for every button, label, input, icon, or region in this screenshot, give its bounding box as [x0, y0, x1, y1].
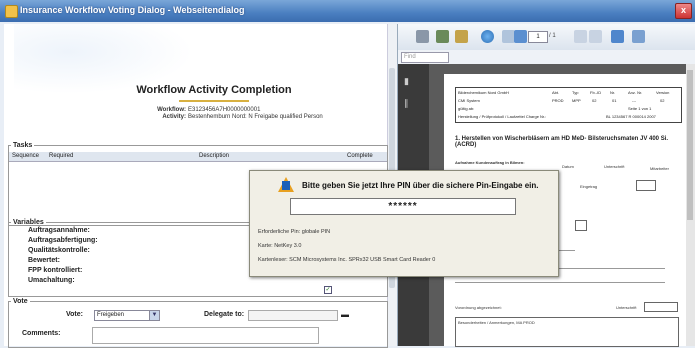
- vote-label: Vote:: [66, 311, 83, 318]
- umschaltung-checkbox[interactable]: ✓: [324, 286, 332, 294]
- delegate-input[interactable]: [248, 310, 338, 321]
- doc-cell: 01: [612, 98, 617, 103]
- page-total: / 1: [549, 33, 556, 39]
- doc-cell: 02: [660, 98, 665, 103]
- variable-row: FPP kontrolliert:: [28, 267, 83, 274]
- doc-cell: Abt.: [552, 90, 560, 95]
- doc-line: Eingetrag: [580, 184, 598, 189]
- doc-cell: 02: [592, 98, 597, 103]
- vote-legend: Vote: [13, 298, 28, 305]
- doc-cell: Herstellung / Prüfprotokoll / Laufzettel…: [458, 114, 547, 119]
- doc-box: [644, 302, 678, 312]
- pin-info-reader: Kartenleser: SCM Microsystems Inc. SPRx3…: [258, 257, 436, 263]
- pin-field[interactable]: ******: [290, 198, 516, 215]
- doc-footer-line: Unterschrift: [616, 305, 637, 310]
- pin-info-card: Karte: NetKey 3.0: [258, 243, 302, 249]
- document-header-table: Bilderchemikum Nord GmbH Abt. Typ Fb.-ID…: [455, 87, 682, 123]
- document-scrollbar[interactable]: [686, 64, 695, 346]
- pin-dialog: Bitte geben Sie jetzt Ihre PIN über die …: [249, 170, 559, 277]
- tasks-legend: Tasks: [13, 142, 33, 149]
- variable-row: Auftragsabfertigung:: [28, 237, 98, 244]
- document-section-title: 1. Herstellen von Wischerbläsern am HD M…: [455, 136, 669, 148]
- document-scrollbar-thumb[interactable]: [687, 70, 693, 220]
- doc-cell: Fb.-ID: [590, 90, 602, 95]
- print-icon[interactable]: [416, 30, 429, 43]
- comment-label: Comments:: [22, 330, 61, 337]
- chevron-down-icon[interactable]: ▼: [149, 311, 159, 320]
- doc-line: Datum: [562, 164, 574, 169]
- doc-cell: Seite 1 von 1: [628, 106, 652, 111]
- window-titlebar: Insurance Workflow Voting Dialog - Webse…: [0, 0, 695, 22]
- page-number-input[interactable]: 1: [528, 31, 548, 43]
- doc-cell: Anz. Nr.: [628, 90, 643, 95]
- address-book-icon[interactable]: ▬: [341, 310, 352, 319]
- variables-legend: Variables: [13, 219, 44, 226]
- doc-cell: PROD: [552, 98, 564, 103]
- workflow-label: Workflow:: [157, 107, 186, 113]
- doc-cell: Bilderchemikum Nord GmbH: [458, 90, 509, 95]
- col-required[interactable]: Required: [49, 153, 73, 159]
- doc-cell: BL 1234567 R 000014 2007: [606, 114, 656, 119]
- page-title: Workflow Activity Completion: [136, 84, 292, 96]
- zoom-in-icon[interactable]: [589, 30, 602, 43]
- vote-selected-value: Freigeben: [97, 312, 125, 318]
- workflow-value: E3123456A7H0000000001: [188, 107, 261, 113]
- doc-line: Aufnahme Kundenauftrag in Bilmen:: [455, 160, 525, 165]
- col-sequence[interactable]: Sequence: [12, 153, 39, 159]
- doc-rule: [455, 282, 665, 283]
- variable-row: Bewertet:: [28, 257, 60, 264]
- activity-label: Activity:: [162, 114, 186, 120]
- pdf-toolbar: 1 / 1: [398, 24, 695, 51]
- comment-textarea[interactable]: [92, 327, 319, 344]
- next-page-icon[interactable]: [514, 30, 527, 43]
- speaker-icon[interactable]: [455, 30, 468, 43]
- fullscreen-icon[interactable]: [632, 30, 645, 43]
- col-description[interactable]: Description: [199, 153, 229, 159]
- warning-icon: [278, 177, 294, 192]
- save-icon[interactable]: [436, 30, 449, 43]
- find-input[interactable]: Find: [401, 52, 449, 63]
- variable-row: Auftragsannahme:: [28, 227, 90, 234]
- workflow-meta: Workflow: E3123456A7H0000000001 Activity:…: [134, 107, 323, 121]
- activity-value: Bestenhemburn Nord: N Freigabe qualified…: [188, 114, 323, 120]
- pin-info-required: Erforderliche Pin: globale PIN: [258, 229, 331, 235]
- globe-icon[interactable]: [481, 30, 494, 43]
- doc-cell: Nr.: [610, 90, 616, 95]
- doc-cell: Version: [656, 90, 670, 95]
- doc-cell: ---: [632, 98, 636, 103]
- find-bar: Find: [398, 50, 695, 64]
- doc-cell: MPP: [572, 98, 581, 103]
- attachment-icon[interactable]: ∥: [404, 98, 414, 108]
- doc-footer-line: Vorordnung abgezeichnet:: [455, 305, 502, 310]
- doc-box: [575, 220, 587, 231]
- zoom-out-icon[interactable]: [574, 30, 587, 43]
- app-icon: [5, 5, 18, 18]
- doc-box: [636, 180, 656, 191]
- doc-cell: CMI System: [458, 98, 480, 103]
- title-divider: [179, 100, 249, 102]
- doc-line: Mitarbeiter: [650, 166, 669, 171]
- close-button[interactable]: x: [675, 3, 692, 19]
- doc-footer-line: Besonderheiten / Anmerkungen, MA PROD: [458, 320, 535, 325]
- fit-page-icon[interactable]: [611, 30, 624, 43]
- tasks-table-header: Sequence Required Description Complete: [9, 152, 387, 162]
- variable-row: Qualitätskontrolle:: [28, 247, 90, 254]
- variable-row: Umachaltung:: [28, 277, 75, 284]
- doc-line: Unterschrift: [604, 164, 625, 169]
- doc-cell: Typ: [572, 90, 579, 95]
- pages-icon[interactable]: ▮: [404, 76, 414, 86]
- doc-cell: gültig ab:: [458, 106, 475, 111]
- col-complete[interactable]: Complete: [347, 153, 373, 159]
- window-title: Insurance Workflow Voting Dialog - Webse…: [20, 5, 245, 15]
- pin-message: Bitte geben Sie jetzt Ihre PIN über die …: [302, 181, 539, 190]
- delegate-label: Delegate to:: [204, 311, 245, 318]
- vote-select[interactable]: Freigeben ▼: [94, 310, 160, 321]
